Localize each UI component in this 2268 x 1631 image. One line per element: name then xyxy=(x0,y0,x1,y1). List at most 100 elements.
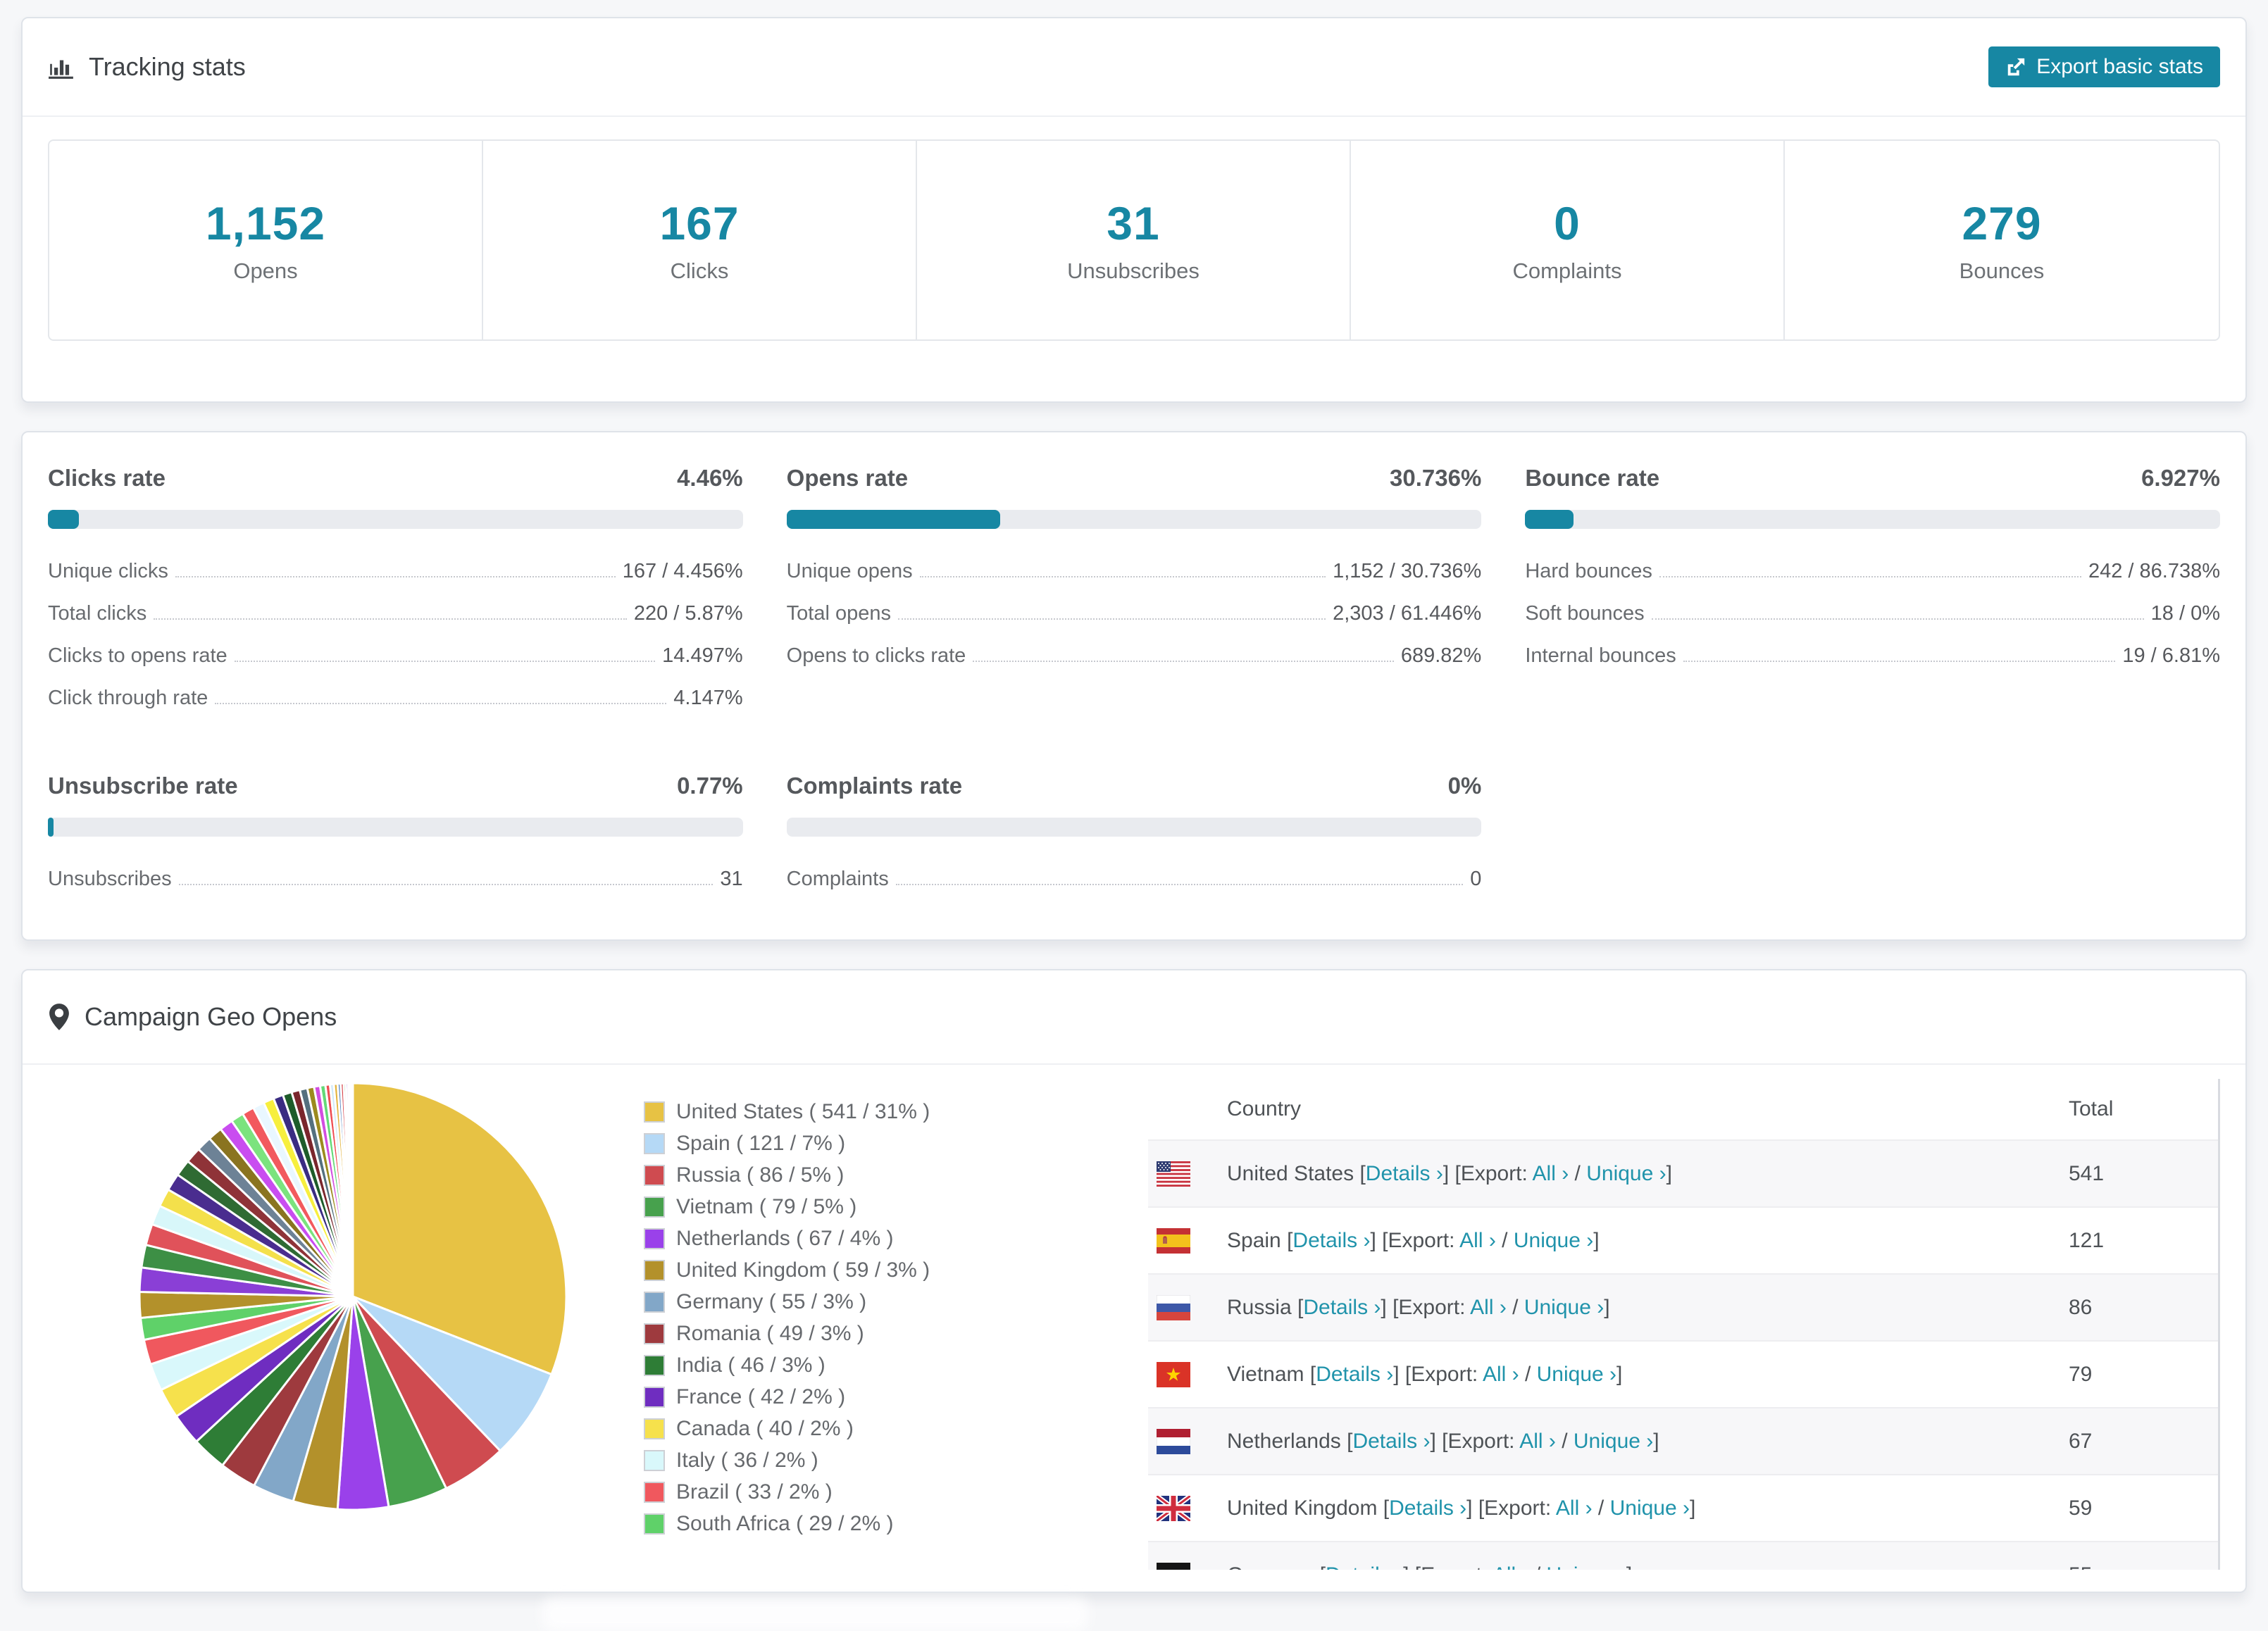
geo-table-header: Country Total xyxy=(1148,1079,2220,1139)
geo-title: Campaign Geo Opens xyxy=(48,1002,337,1032)
legend-label: Brazil ( 33 / 2% ) xyxy=(676,1480,833,1504)
legend-label: Canada ( 40 / 2% ) xyxy=(676,1417,854,1440)
detail-value: 2,303 / 61.446% xyxy=(1333,602,1482,625)
legend-item[interactable]: Brazil ( 33 / 2% ) xyxy=(644,1480,1148,1504)
detail-value: 18 / 0% xyxy=(2150,602,2220,625)
details-link[interactable]: Details › xyxy=(1352,1430,1430,1453)
complaints-progress-bar xyxy=(786,818,1482,837)
legend-label: Italy ( 36 / 2% ) xyxy=(676,1449,818,1472)
detail-row: Opens to clicks rate 689.82% xyxy=(787,644,1482,668)
legend-item[interactable]: India ( 46 / 3% ) xyxy=(644,1354,1148,1377)
detail-row: Hard bounces 242 / 86.738% xyxy=(1525,560,2220,583)
legend-label: Spain ( 121 / 7% ) xyxy=(676,1132,846,1155)
panel-header: Clicks rate 4.46% xyxy=(48,465,743,492)
detail-value: 242 / 86.738% xyxy=(2088,560,2220,582)
export-all-link[interactable]: All › xyxy=(1533,1162,1569,1185)
export-basic-stats-button[interactable]: Export basic stats xyxy=(1988,46,2220,87)
export-all-link[interactable]: All › xyxy=(1556,1496,1593,1520)
detail-row: Unique clicks 167 / 4.456% xyxy=(48,560,743,583)
legend-swatch xyxy=(644,1355,665,1376)
country-cell: United Kingdom [Details ›] [Export: All … xyxy=(1227,1496,1696,1520)
legend-item[interactable]: France ( 42 / 2% ) xyxy=(644,1385,1148,1409)
details-link[interactable]: Details › xyxy=(1292,1229,1370,1252)
legend-item[interactable]: Vietnam ( 79 / 5% ) xyxy=(644,1195,1148,1219)
detail-label: Total opens xyxy=(786,602,891,625)
detail-value: 167 / 4.456% xyxy=(622,560,743,582)
total-cell: 55 xyxy=(2069,1563,2220,1570)
legend-item[interactable]: South Africa ( 29 / 2% ) xyxy=(644,1512,1148,1536)
legend-item[interactable]: Canada ( 40 / 2% ) xyxy=(644,1417,1148,1441)
legend-item[interactable]: United States ( 541 / 31% ) xyxy=(644,1100,1148,1124)
details-link[interactable]: Details › xyxy=(1303,1296,1381,1319)
export-all-link[interactable]: All › xyxy=(1459,1229,1496,1252)
detail-row: Click through rate 4.147% xyxy=(48,687,743,710)
details-link[interactable]: Details › xyxy=(1366,1162,1443,1185)
legend-label: Netherlands ( 67 / 4% ) xyxy=(676,1227,894,1250)
legend-item[interactable]: Spain ( 121 / 7% ) xyxy=(644,1132,1148,1156)
legend-label: Romania ( 49 / 3% ) xyxy=(676,1322,864,1345)
geo-opens-pie-chart[interactable] xyxy=(134,1077,572,1516)
progress-fill xyxy=(786,510,1000,529)
export-unique-link[interactable]: Unique › xyxy=(1610,1496,1690,1520)
export-unique-link[interactable]: Unique › xyxy=(1574,1430,1653,1453)
panel-value: 4.46% xyxy=(677,465,743,491)
detail-label: Hard bounces xyxy=(1525,560,1652,582)
detail-value: 220 / 5.87% xyxy=(633,602,743,625)
stat-value: 167 xyxy=(659,197,740,249)
geo-table-row-de: Germany [Details ›] [Export: All › / Uni… xyxy=(1148,1541,2220,1570)
de-flag-icon xyxy=(1157,1562,1190,1570)
details-link[interactable]: Details › xyxy=(1389,1496,1466,1520)
country-cell: Vietnam [Details ›] [Export: All › / Uni… xyxy=(1227,1362,1623,1386)
detail-label: Unsubscribes xyxy=(48,868,172,890)
export-unique-link[interactable]: Unique › xyxy=(1524,1296,1604,1319)
opens-progress-bar xyxy=(786,510,1482,529)
stat-value: 0 xyxy=(1554,197,1581,249)
country-name: United Kingdom xyxy=(1227,1496,1378,1520)
pie-slice-other-33[interactable] xyxy=(351,1082,354,1297)
export-all-link[interactable]: All › xyxy=(1483,1363,1519,1386)
legend-item[interactable]: United Kingdom ( 59 / 3% ) xyxy=(644,1258,1148,1282)
stat-label: Clicks xyxy=(670,258,729,283)
details-link[interactable]: Details › xyxy=(1326,1563,1403,1570)
tracking-stats-card: Tracking stats Export basic stats 1,152 O… xyxy=(21,17,2247,403)
geo-table-body: United States [Details ›] [Export: All ›… xyxy=(1148,1139,2220,1570)
bounce-rate-panel: Bounce rate 6.927% Hard bounces 242 / 86.73… xyxy=(1525,465,2220,729)
panel-value: 0.77% xyxy=(677,773,743,799)
legend-label: France ( 42 / 2% ) xyxy=(676,1385,846,1408)
panel-value: 30.736% xyxy=(1390,465,1482,491)
legend-item[interactable]: Germany ( 55 / 3% ) xyxy=(644,1290,1148,1314)
detail-label: Total clicks xyxy=(48,602,147,625)
export-unique-link[interactable]: Unique › xyxy=(1586,1162,1666,1185)
detail-value: 0 xyxy=(1470,868,1482,890)
geo-pie-wrap xyxy=(48,1076,644,1570)
geo-table-row-us: United States [Details ›] [Export: All ›… xyxy=(1148,1139,2220,1206)
panel-header: Bounce rate 6.927% xyxy=(1525,465,2220,492)
export-all-link[interactable]: All › xyxy=(1493,1563,1529,1570)
country-name: United States xyxy=(1227,1161,1354,1185)
legend-swatch xyxy=(644,1133,665,1154)
legend-item[interactable]: Italy ( 36 / 2% ) xyxy=(644,1449,1148,1473)
panel-title: Complaints rate xyxy=(786,773,963,799)
table-scrollbar[interactable] xyxy=(2218,1079,2220,1570)
legend-item[interactable]: Russia ( 86 / 5% ) xyxy=(644,1163,1148,1187)
total-cell: 541 xyxy=(2069,1161,2105,1185)
export-icon xyxy=(2007,58,2025,76)
export-all-link[interactable]: All › xyxy=(1470,1296,1507,1319)
legend-item[interactable]: Netherlands ( 67 / 4% ) xyxy=(644,1227,1148,1251)
panel-title: Bounce rate xyxy=(1525,465,1660,491)
export-unique-link[interactable]: Unique › xyxy=(1514,1229,1593,1252)
bottom-glow xyxy=(542,1599,1088,1631)
country-cell: Spain [Details ›] [Export: All › / Uniqu… xyxy=(1227,1228,1600,1252)
legend-item[interactable]: Romania ( 49 / 3% ) xyxy=(644,1322,1148,1346)
country-name: Netherlands xyxy=(1227,1429,1341,1453)
export-unique-link[interactable]: Unique › xyxy=(1547,1563,1626,1570)
vn-flag-icon xyxy=(1157,1361,1190,1387)
export-unique-link[interactable]: Unique › xyxy=(1537,1363,1616,1386)
country-cell: United States [Details ›] [Export: All ›… xyxy=(1227,1161,1672,1185)
export-all-link[interactable]: All › xyxy=(1519,1430,1556,1453)
detail-label: Click through rate xyxy=(48,687,208,709)
column-header-total: Total xyxy=(2069,1097,2114,1120)
legend-swatch xyxy=(644,1482,665,1503)
detail-row: Total clicks 220 / 5.87% xyxy=(48,602,743,625)
details-link[interactable]: Details › xyxy=(1316,1363,1393,1386)
